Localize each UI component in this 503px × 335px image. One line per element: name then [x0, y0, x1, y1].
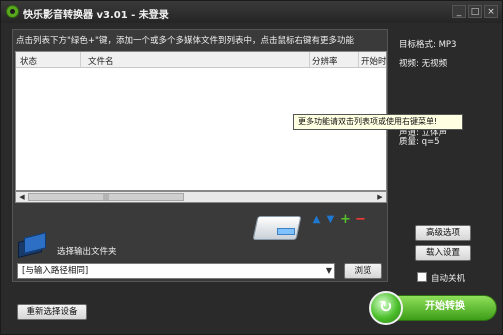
auto-shutdown-checkbox[interactable] [417, 272, 427, 282]
minimize-button[interactable]: _ [452, 5, 466, 18]
window-title: 快乐影音转换器 v3.01 - 未登录 [23, 10, 169, 21]
start-convert-button[interactable]: 开始转换 [369, 291, 499, 325]
column-status[interactable]: 状态 [20, 55, 37, 67]
scroll-right-icon[interactable]: ▶ [375, 193, 385, 201]
drive-slot [277, 228, 295, 235]
drive-icon[interactable] [251, 208, 302, 240]
scroll-thumb[interactable]: ||| [28, 193, 184, 201]
list-header: 状态 文件名 分辨率 开始时 [16, 52, 386, 68]
column-divider [358, 52, 359, 67]
close-button[interactable]: × [484, 5, 498, 18]
column-start-time[interactable]: 开始时 [361, 55, 386, 67]
scroll-grip-icon: ||| [103, 194, 110, 201]
maximize-button[interactable]: □ [468, 5, 482, 18]
chevron-down-icon[interactable]: ▼ [326, 264, 332, 278]
output-path-value: [与输入路径相同] [22, 266, 89, 276]
column-divider [80, 52, 81, 67]
move-up-icon[interactable]: ▲ [311, 214, 322, 226]
horizontal-scrollbar[interactable]: ◀ ||| ▶ [15, 191, 387, 203]
app-logo-icon [6, 5, 19, 18]
target-format-text: 目标格式: MP3 [399, 40, 457, 50]
add-file-icon[interactable]: + [340, 213, 351, 226]
instruction-text: 点击列表下方"绿色+"键，添加一个或多个多媒体文件到列表中，点击鼠标右键有更多功… [16, 36, 354, 46]
folder-front [24, 232, 46, 254]
app-window: 快乐影音转换器 v3.01 - 未登录 _ □ × 点击列表下方"绿色+"键，添… [0, 0, 503, 335]
reset-device-button[interactable]: 重新选择设备 [17, 304, 87, 320]
column-resolution[interactable]: 分辨率 [312, 55, 338, 67]
auto-shutdown-label[interactable]: 自动关机 [431, 272, 465, 284]
title-bar[interactable]: 快乐影音转换器 v3.01 - 未登录 _ □ × [1, 1, 502, 23]
load-settings-button[interactable]: 载入设置 [415, 245, 471, 261]
browse-button[interactable]: 浏览 [344, 263, 382, 279]
output-folder-icon [18, 232, 48, 258]
video-info-text: 视频: 无视频 [399, 59, 448, 69]
quality-info-text: 质量: q=5 [399, 137, 440, 147]
advanced-options-button[interactable]: 高级选项 [415, 225, 471, 241]
output-folder-label: 选择输出文件夹 [57, 247, 117, 257]
move-down-icon[interactable]: ▼ [325, 214, 336, 226]
refresh-icon [369, 291, 403, 325]
remove-file-icon[interactable]: − [355, 213, 366, 226]
start-button-label: 开始转换 [425, 301, 465, 312]
output-path-select[interactable]: [与输入路径相同] ▼ [17, 263, 335, 279]
tooltip: 更多功能请双击列表项或使用右键菜单! [293, 114, 463, 130]
column-filename[interactable]: 文件名 [88, 55, 114, 67]
scroll-left-icon[interactable]: ◀ [17, 193, 27, 201]
column-divider [309, 52, 310, 67]
